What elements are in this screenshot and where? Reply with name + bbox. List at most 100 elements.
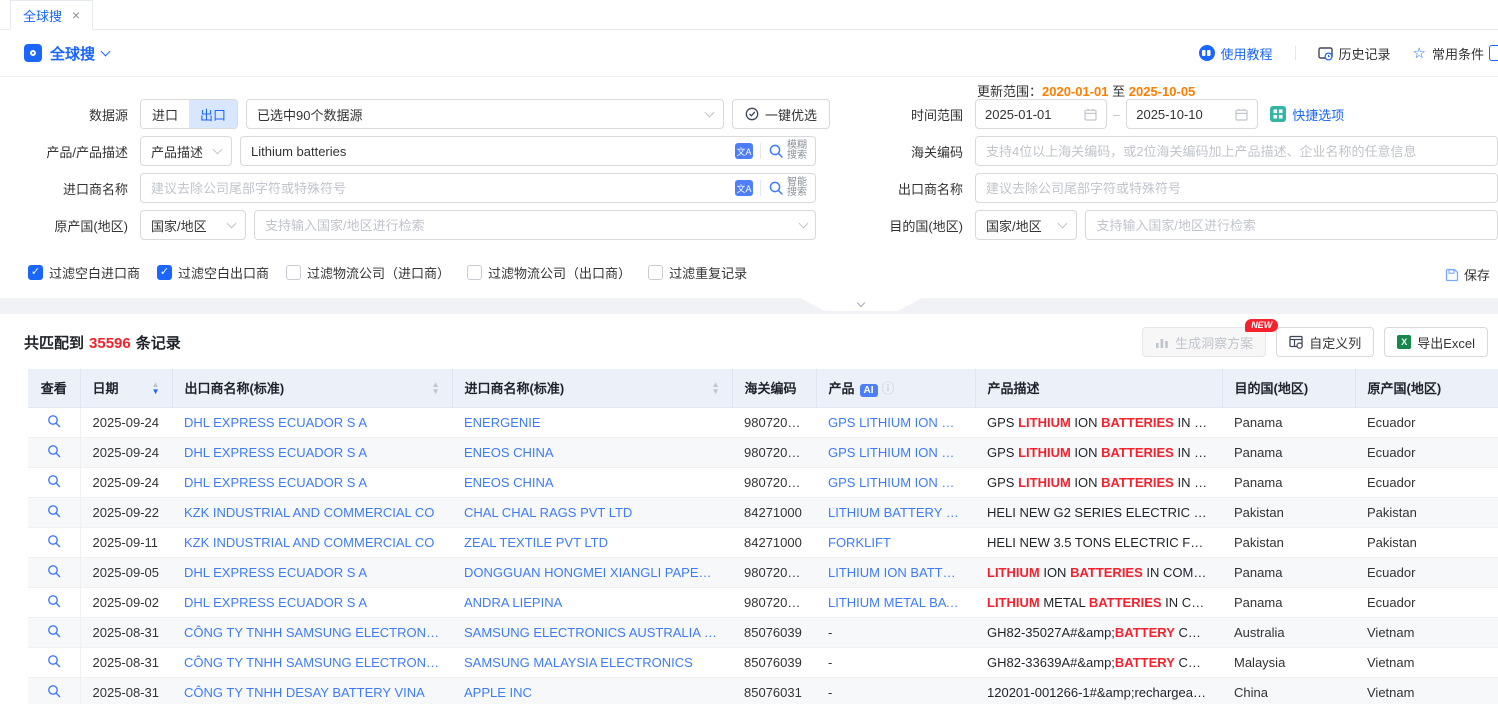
custom-columns-button[interactable]: 自定义列 — [1276, 327, 1374, 357]
checkbox-icon[interactable]: ✓ — [28, 265, 43, 280]
cell-product[interactable]: GPS LITHIUM ION BAT... — [816, 437, 975, 467]
tab-global-search[interactable]: 全球搜 × — [10, 0, 93, 30]
translate-icon[interactable]: 文A — [735, 180, 753, 196]
cell-exporter-link[interactable]: DHL EXPRESS ECUADOR S A — [172, 437, 452, 467]
table-row: 2025-09-22KZK INDUSTRIAL AND COMMERCIAL … — [28, 497, 1498, 527]
history-link[interactable]: 历史记录 — [1318, 44, 1391, 63]
chevron-down-icon[interactable] — [101, 47, 111, 57]
translate-icon[interactable]: 文A — [735, 143, 753, 159]
checkbox-icon[interactable] — [467, 265, 482, 280]
cell-date: 2025-09-11 — [80, 527, 172, 557]
header-importer[interactable]: 进口商名称(标准)▲▼ — [452, 369, 732, 407]
filter-checkbox-2[interactable]: 过滤物流公司（进口商） — [286, 263, 450, 282]
filter-checkbox-4[interactable]: 过滤重复记录 — [648, 263, 747, 282]
cell-importer-link[interactable]: SAMSUNG MALAYSIA ELECTRONICS — [452, 647, 732, 677]
cell-importer-link[interactable]: SAMSUNG ELECTRONICS AUSTRALIA PTY — [452, 617, 732, 647]
cell-exporter-link[interactable]: KZK INDUSTRIAL AND COMMERCIAL CO — [172, 497, 452, 527]
cell-exporter-link[interactable]: DHL EXPRESS ECUADOR S A — [172, 407, 452, 437]
cell-importer-link[interactable]: ENEOS CHINA — [452, 467, 732, 497]
view-record-button[interactable] — [28, 647, 80, 677]
header-view: 查看 — [28, 369, 80, 407]
clipped-more-icon[interactable] — [1489, 45, 1498, 61]
cell-importer-link[interactable]: ENEOS CHINA — [452, 437, 732, 467]
cell-exporter-link[interactable]: CÔNG TY TNHH SAMSUNG ELECTRONICS ... — [172, 647, 452, 677]
cell-date: 2025-09-22 — [80, 497, 172, 527]
cell-exporter-link[interactable]: CÔNG TY TNHH DESAY BATTERY VINA — [172, 677, 452, 704]
view-magnifier-icon — [47, 414, 61, 428]
product-input[interactable] — [241, 138, 735, 164]
export-excel-button[interactable]: X 导出Excel — [1384, 327, 1488, 357]
cell-product[interactable]: LITHIUM ION BATTERY — [816, 557, 975, 587]
filter-checkbox-1[interactable]: ✓过滤空白出口商 — [157, 263, 269, 282]
cell-date: 2025-09-24 — [80, 437, 172, 467]
sort-date-icons[interactable]: ▲▼ — [152, 381, 160, 395]
date-from-input[interactable]: 2025-01-01 — [975, 99, 1107, 129]
smart-search-button[interactable]: 智能搜索 — [768, 178, 807, 198]
view-record-button[interactable] — [28, 527, 80, 557]
export-toggle[interactable]: 出口 — [189, 100, 237, 128]
header-date[interactable]: 日期▲▼ — [80, 369, 172, 407]
cell-importer-link[interactable]: CHAL CHAL RAGS PVT LTD — [452, 497, 732, 527]
import-toggle[interactable]: 进口 — [141, 100, 189, 128]
save-icon — [1445, 268, 1459, 282]
origin-country-select[interactable]: 国家/地区 — [140, 210, 246, 240]
origin-country-input[interactable] — [255, 212, 800, 238]
cell-importer-link[interactable]: ENERGENIE — [452, 407, 732, 437]
cell-exporter-link[interactable]: KZK INDUSTRIAL AND COMMERCIAL CO — [172, 527, 452, 557]
fuzzy-search-button[interactable]: 模糊搜索 — [768, 141, 807, 161]
cell-exporter-link[interactable]: DHL EXPRESS ECUADOR S A — [172, 557, 452, 587]
cell-exporter-link[interactable]: DHL EXPRESS ECUADOR S A — [172, 587, 452, 617]
sort-importer-icons[interactable]: ▲▼ — [712, 381, 720, 395]
view-record-button[interactable] — [28, 437, 80, 467]
cell-exporter-link[interactable]: CÔNG TY TNHH SAMSUNG ELECTRONICS ... — [172, 617, 452, 647]
checkbox-icon[interactable] — [286, 265, 301, 280]
filter-checkbox-0[interactable]: ✓过滤空白进口商 — [28, 263, 140, 282]
sort-exporter-icons[interactable]: ▲▼ — [432, 381, 440, 395]
tab-close-icon[interactable]: × — [72, 8, 80, 22]
cell-origin: Ecuador — [1355, 437, 1498, 467]
cell-importer-link[interactable]: APPLE INC — [452, 677, 732, 704]
cell-product[interactable]: LITHIUM METAL BATT... — [816, 587, 975, 617]
cell-product[interactable]: GPS LITHIUM ION BAT... — [816, 467, 975, 497]
cell-exporter-link[interactable]: DHL EXPRESS ECUADOR S A — [172, 467, 452, 497]
chart-icon — [1155, 336, 1169, 349]
cell-product[interactable]: GPS LITHIUM ION BAT... — [816, 407, 975, 437]
cell-importer-link[interactable]: ZEAL TEXTILE PVT LTD — [452, 527, 732, 557]
quick-options-link[interactable]: 快捷选项 — [1270, 105, 1344, 124]
datasource-select[interactable]: 已选中90个数据源 — [246, 99, 724, 129]
filter-checkbox-3[interactable]: 过滤物流公司（出口商） — [467, 263, 631, 282]
chevron-down-icon — [1058, 219, 1068, 229]
date-to-input[interactable]: 2025-10-10 — [1126, 99, 1258, 129]
header-exporter[interactable]: 出口商名称(标准)▲▼ — [172, 369, 452, 407]
dest-country-select[interactable]: 国家/地区 — [975, 210, 1077, 240]
tutorial-link[interactable]: 使用教程 — [1199, 44, 1273, 63]
exporter-input[interactable] — [975, 173, 1498, 203]
checkbox-icon[interactable]: ✓ — [157, 265, 172, 280]
product-type-select[interactable]: 产品描述 — [140, 136, 232, 166]
dest-country-input[interactable] — [1085, 210, 1498, 240]
checkbox-icon[interactable] — [648, 265, 663, 280]
view-record-button[interactable] — [28, 617, 80, 647]
cell-destination: Panama — [1222, 467, 1355, 497]
update-range-to: 2025-10-05 — [1129, 84, 1196, 99]
view-record-button[interactable] — [28, 467, 80, 497]
view-record-button[interactable] — [28, 497, 80, 527]
favorites-link[interactable]: ☆ 常用条件 — [1413, 44, 1484, 63]
view-record-button[interactable] — [28, 587, 80, 617]
generate-insight-button[interactable]: 生成洞察方案 NEW — [1142, 327, 1266, 357]
chevron-down-icon — [705, 108, 715, 118]
view-record-button[interactable] — [28, 677, 80, 704]
view-record-button[interactable] — [28, 557, 80, 587]
save-conditions-button[interactable]: 保存 — [1445, 265, 1490, 284]
one-click-optimize-button[interactable]: 一键优选 — [732, 99, 830, 129]
importer-input[interactable] — [141, 175, 735, 201]
hs-code-input[interactable] — [975, 136, 1498, 166]
collapse-form-toggle[interactable] — [800, 298, 922, 311]
cell-product[interactable]: LITHIUM BATTERY FO... — [816, 497, 975, 527]
browser-tab-bar: 全球搜 × — [0, 0, 1498, 30]
view-record-button[interactable] — [28, 407, 80, 437]
info-icon[interactable]: ⓘ — [882, 381, 895, 396]
cell-importer-link[interactable]: ANDRA LIEPINA — [452, 587, 732, 617]
cell-importer-link[interactable]: DONGGUAN HONGMEI XIANGLI PAPER PR... — [452, 557, 732, 587]
cell-product[interactable]: FORKLIFT — [816, 527, 975, 557]
